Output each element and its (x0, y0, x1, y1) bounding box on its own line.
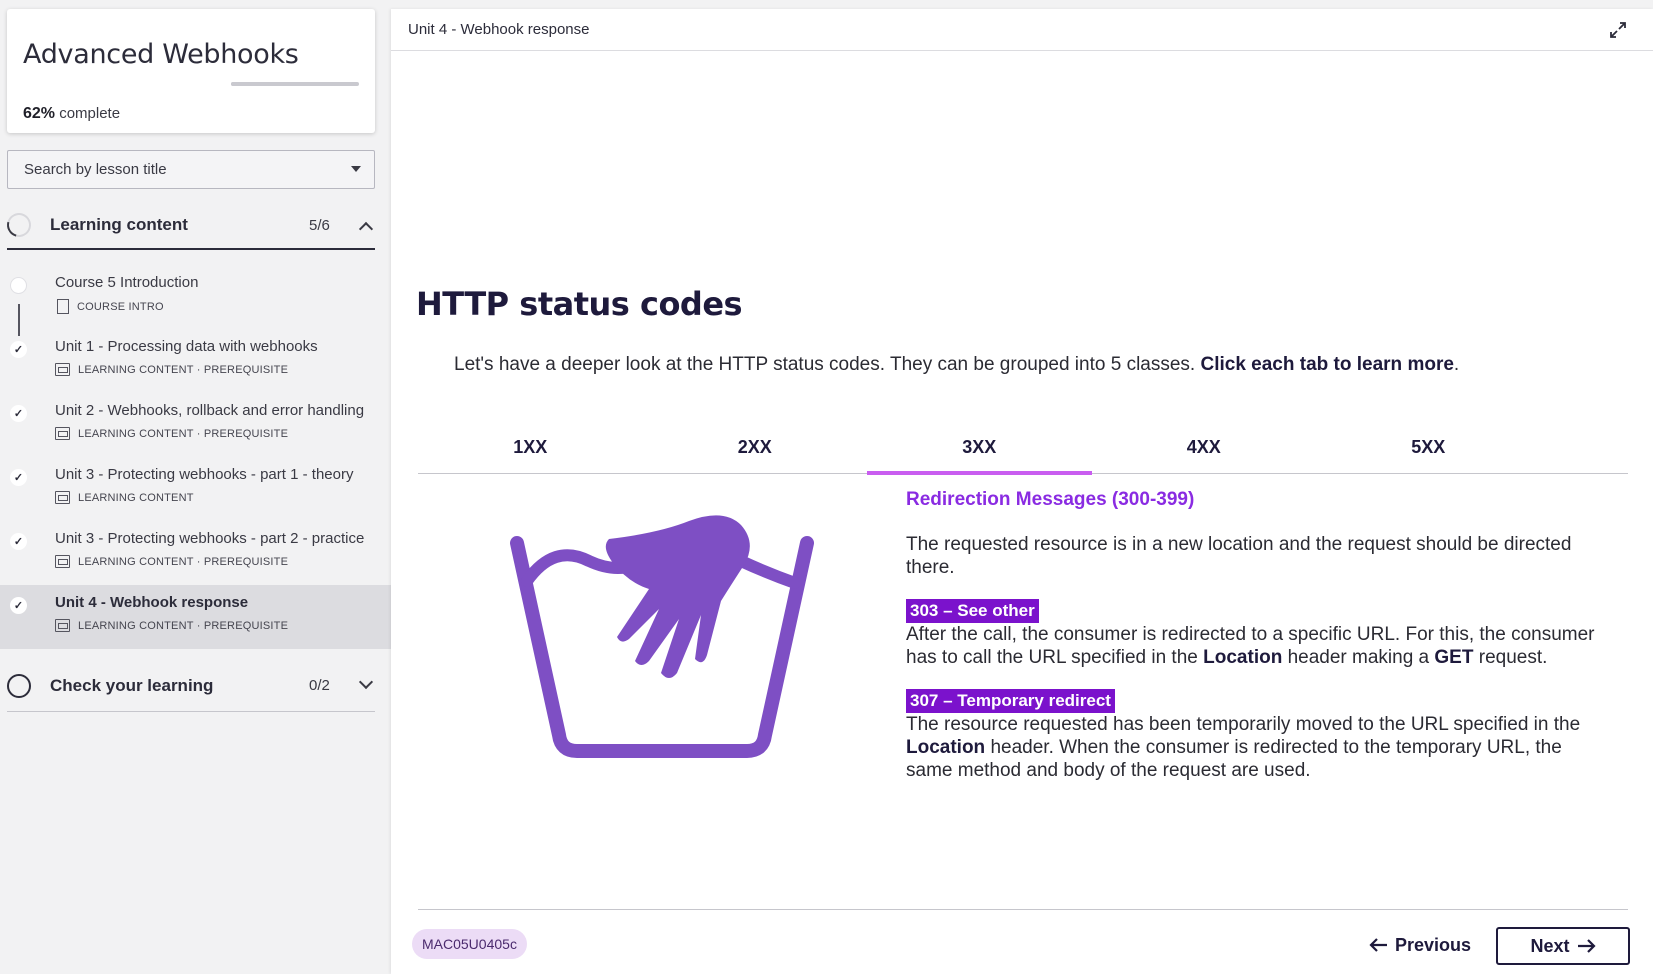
caret-down-icon (351, 166, 361, 172)
progress-text: 62% complete (23, 105, 120, 123)
lesson-title: Course 5 Introduction (55, 274, 199, 291)
tab-panel-heading: Redirection Messages (300-399) (906, 489, 1195, 510)
chevron-up-icon[interactable] (358, 221, 374, 237)
lesson-meta-text: LEARNING CONTENT · PREREQUISITE (78, 363, 289, 376)
lesson-topbar: Unit 4 - Webhook response (391, 9, 1653, 51)
tab-5xx[interactable]: 5XX (1316, 421, 1541, 474)
lesson-title: Unit 3 - Protecting webhooks - part 2 - … (55, 530, 365, 547)
status-badge: 307 – Temporary redirect (906, 689, 1115, 713)
expand-icon[interactable] (1609, 21, 1627, 39)
lesson-item[interactable]: ✓ Unit 2 - Webhooks, rollback and error … (0, 393, 391, 457)
status-307-block: 307 – Temporary redirect The resource re… (906, 689, 1606, 782)
chevron-down-icon[interactable] (358, 674, 374, 690)
tab-2xx[interactable]: 2XX (643, 421, 868, 474)
tab-4xx[interactable]: 4XX (1092, 421, 1317, 474)
progress-suffix: complete (59, 105, 121, 122)
learning-content-icon (55, 491, 70, 504)
next-label: Next (1530, 935, 1570, 956)
lesson-panel: Unit 4 - Webhook response HTTP status co… (391, 9, 1653, 974)
status-code-tabs: 1XX 2XX 3XX 4XX 5XX (418, 421, 1628, 475)
lesson-topbar-title: Unit 4 - Webhook response (408, 21, 590, 38)
lesson-meta-text: LEARNING CONTENT · PREREQUISITE (78, 427, 289, 440)
intro-text: Let's have a deeper look at the HTTP sta… (454, 354, 1459, 376)
lesson-meta: COURSE INTRO (55, 299, 164, 314)
document-icon (57, 299, 69, 314)
lesson-item-active[interactable]: ✓ Unit 4 - Webhook response LEARNING CON… (0, 585, 391, 649)
checkmark-icon: ✓ (10, 405, 27, 422)
section-label: Learning content (50, 215, 188, 234)
arrow-right-icon (1577, 939, 1596, 953)
progress-ring-icon (2, 208, 36, 242)
intro-text-end: . (1453, 354, 1460, 375)
search-select-placeholder: Search by lesson title (24, 161, 167, 178)
text-bold: Location (1203, 647, 1283, 668)
previous-button[interactable]: Previous (1357, 927, 1483, 963)
progress-bar-fill (231, 82, 311, 86)
status-303-description: After the call, the consumer is redirect… (906, 623, 1606, 669)
section-check-your-learning[interactable]: Check your learning 0/2 (7, 660, 375, 712)
lesson-meta: LEARNING CONTENT · PREREQUISITE (55, 427, 288, 440)
learning-content-icon (55, 427, 70, 440)
lesson-meta: LEARNING CONTENT (55, 491, 194, 504)
checkmark-icon: ✓ (10, 341, 27, 358)
progress-ring-icon (7, 673, 31, 698)
learning-content-icon (55, 619, 70, 632)
section-count: 0/2 (309, 677, 330, 694)
lesson-item[interactable]: Course 5 Introduction COURSE INTRO (0, 265, 391, 329)
text-fragment: The resource requested has been temporar… (906, 714, 1581, 735)
section-count: 5/6 (309, 216, 330, 234)
tab-panel-3xx: Redirection Messages (300-399) The reque… (906, 489, 1606, 782)
lesson-meta: LEARNING CONTENT · PREREQUISITE (55, 555, 288, 568)
tab-1xx[interactable]: 1XX (418, 421, 643, 474)
status-empty-icon (10, 277, 27, 294)
status-badge: 303 – See other (906, 599, 1039, 623)
lesson-title: Unit 4 - Webhook response (55, 594, 249, 611)
footer-divider (418, 909, 1628, 910)
lesson-item[interactable]: ✓ Unit 3 - Protecting webhooks - part 2 … (0, 521, 391, 585)
page-title: HTTP status codes (416, 285, 743, 323)
course-card: Advanced Webhooks 62% complete (7, 9, 375, 133)
lesson-meta-text: LEARNING CONTENT (78, 491, 194, 504)
arrow-left-icon (1369, 938, 1387, 952)
lesson-meta-text: LEARNING CONTENT · PREREQUISITE (78, 619, 289, 632)
lesson-meta: LEARNING CONTENT · PREREQUISITE (55, 363, 288, 376)
text-fragment: request. (1473, 647, 1548, 668)
status-303-block: 303 – See other After the call, the cons… (906, 599, 1606, 669)
lesson-code-chip: MAC05U0405c (412, 929, 527, 959)
progress-bar (231, 82, 359, 86)
lesson-meta-text: COURSE INTRO (77, 300, 164, 313)
section-learning-content[interactable]: Learning content 5/6 (2, 202, 375, 250)
checkmark-icon: ✓ (10, 533, 27, 550)
checkmark-icon: ✓ (10, 469, 27, 486)
learning-content-icon (55, 363, 70, 376)
text-fragment: header. When the consumer is redirected … (906, 737, 1562, 781)
text-bold: GET (1434, 647, 1474, 668)
lesson-meta-text: LEARNING CONTENT · PREREQUISITE (78, 555, 289, 568)
checkmark-icon: ✓ (10, 597, 27, 614)
text-fragment: header making a (1282, 647, 1435, 668)
hand-wash-icon (510, 515, 814, 758)
sidebar: Advanced Webhooks 62% complete Search by… (0, 0, 391, 974)
lesson-title: Unit 1 - Processing data with webhooks (55, 338, 318, 355)
tab-3xx[interactable]: 3XX (867, 421, 1092, 475)
intro-text-bold: Click each tab to learn more (1200, 354, 1454, 375)
next-button[interactable]: Next (1496, 927, 1630, 965)
intro-text-main: Let's have a deeper look at the HTTP sta… (454, 354, 1201, 375)
tab-panel-intro: The requested resource is in a new locat… (906, 534, 1572, 578)
lesson-item[interactable]: ✓ Unit 3 - Protecting webhooks - part 1 … (0, 457, 391, 521)
text-bold: Location (906, 737, 986, 758)
lesson-title: Unit 2 - Webhooks, rollback and error ha… (55, 402, 365, 419)
lesson-item[interactable]: ✓ Unit 1 - Processing data with webhooks… (0, 329, 391, 393)
progress-percent: 62% (23, 105, 56, 122)
previous-label: Previous (1395, 934, 1472, 955)
lesson-title: Unit 3 - Protecting webhooks - part 1 - … (55, 466, 354, 483)
lesson-meta: LEARNING CONTENT · PREREQUISITE (55, 619, 288, 632)
course-title: Advanced Webhooks (23, 39, 299, 70)
status-307-description: The resource requested has been temporar… (906, 713, 1606, 782)
section-label: Check your learning (50, 675, 214, 695)
learning-content-icon (55, 555, 70, 568)
lesson-search-select[interactable]: Search by lesson title (7, 150, 375, 189)
